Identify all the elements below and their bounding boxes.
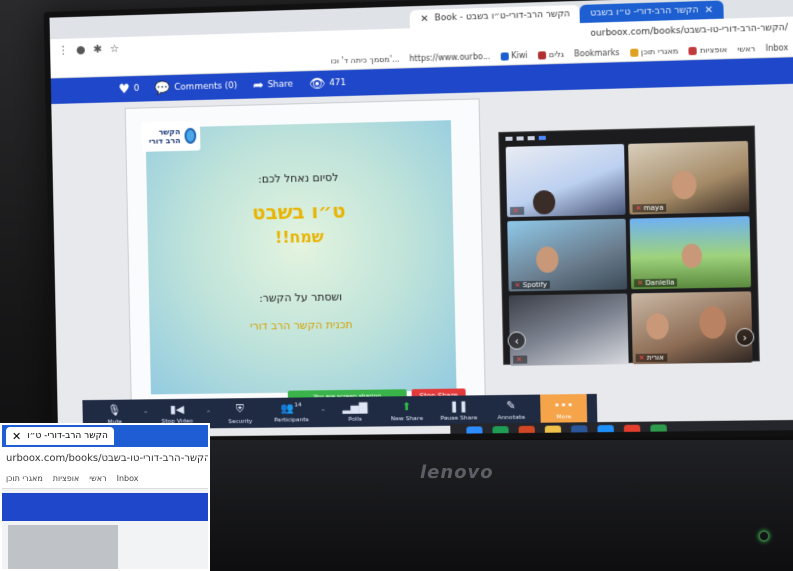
mic-off-icon: ✕ bbox=[637, 279, 643, 287]
slide-heading: לסיום נאחל לכם: bbox=[146, 168, 452, 188]
chevron-up-icon[interactable]: ⌃ bbox=[205, 409, 211, 417]
bookmark-item[interactable]: מאגרי תוכן bbox=[6, 474, 43, 483]
microphone-icon: 🎙 bbox=[108, 404, 122, 417]
mic-off-icon: ✕ bbox=[516, 356, 522, 364]
slide-credit: תכנית הקשר הרב דורי bbox=[149, 316, 455, 334]
share-arrow-icon: ➦ bbox=[253, 78, 264, 93]
polls-button[interactable]: ▂▅▇ Polls bbox=[332, 401, 378, 423]
pause-icon: ❚❚ bbox=[449, 399, 468, 412]
tab-title: הקשר הרב-דורי- ט״ו בשבט bbox=[590, 5, 698, 18]
bookmarks-bar: Inbox ראשי אופציות מאגרי תוכן bbox=[2, 469, 208, 489]
bookmark-item[interactable]: אופציות bbox=[689, 45, 728, 55]
comment-icon: 💬 bbox=[155, 81, 171, 96]
address-bar[interactable]: urboox.com/books/הקשר-הרב-דורי-טו-בשבט/ bbox=[2, 447, 208, 469]
mic-off-icon: ✕ bbox=[513, 207, 519, 215]
star-icon[interactable]: ☆ bbox=[110, 42, 120, 55]
view-icon[interactable] bbox=[517, 136, 524, 140]
heart-icon: ♥ bbox=[118, 82, 130, 97]
photo-scene: ✕ Book - הקשר הרב-דורי-ט״ו בשבט הקשר הרב… bbox=[0, 0, 793, 571]
share-button[interactable]: ➦ Share bbox=[253, 77, 293, 93]
bookmark-item[interactable]: אופציות bbox=[53, 474, 80, 483]
ourboox-action-bar bbox=[2, 493, 208, 521]
power-icon bbox=[758, 530, 770, 542]
address-bar[interactable]: ourboox.com/books/הקשר-הרב-דורי-טו-בשבט/ bbox=[590, 23, 788, 39]
mic-off-icon: ✕ bbox=[639, 354, 645, 362]
more-button[interactable]: ••• More bbox=[540, 394, 587, 425]
like-button[interactable]: ♥ 0 bbox=[118, 81, 139, 96]
share-screen-icon: ⬆ bbox=[402, 400, 411, 413]
bookmark-item[interactable]: Bookmarks bbox=[574, 48, 620, 58]
participant-tile[interactable]: ✕ bbox=[509, 293, 629, 365]
slide-title: ט״ו בשבט bbox=[147, 196, 453, 226]
chevron-up-icon[interactable]: ⌃ bbox=[143, 410, 149, 418]
more-dots-icon: ••• bbox=[554, 398, 574, 411]
bookmark-item[interactable]: ראשי bbox=[89, 474, 106, 483]
new-share-button[interactable]: ⬆ New Share bbox=[384, 400, 430, 423]
extension-icon[interactable]: ● bbox=[76, 43, 86, 56]
bookmark-item[interactable]: Inbox bbox=[117, 474, 139, 483]
view-icon[interactable] bbox=[528, 136, 535, 140]
bookmark-item[interactable]: מסמך כיתה ד' וכו'... bbox=[330, 55, 399, 66]
participant-tile[interactable]: ✕ maya bbox=[628, 141, 749, 215]
shared-slide-frame: הקשר הרב דורי לסיום נאחל לכם: ט״ו בשבט ש… bbox=[125, 98, 486, 403]
bookmark-item[interactable]: Kiwi bbox=[500, 51, 528, 61]
video-camera-icon: ▮◀ bbox=[170, 403, 184, 416]
pencil-icon: ✎ bbox=[506, 399, 516, 412]
chevron-up-icon[interactable]: ⌃ bbox=[320, 408, 326, 416]
views-counter: 👁 471 bbox=[309, 76, 347, 92]
slide-text: ושסתר על הקשר: bbox=[149, 288, 455, 306]
zoomed-inset-photo: הקשר הרב-דורי- ט״ו ✕ urboox.com/books/הק… bbox=[0, 423, 210, 571]
browser-tab[interactable]: הקשר הרב-דורי- ט״ו ✕ bbox=[6, 427, 114, 445]
mic-off-icon: ✕ bbox=[515, 281, 521, 289]
laptop-brand-logo: lenovo bbox=[420, 462, 494, 483]
tab-title: Book - הקשר הרב-דורי-ט״ו בשבט bbox=[434, 9, 570, 23]
close-icon[interactable]: ✕ bbox=[420, 13, 429, 24]
bookmark-item[interactable]: https://www.ourbo... bbox=[409, 52, 490, 63]
zoom-gallery-view: ✕ ✕ maya ✕ Spotify ✕ Daniella ✕ ✕ אורית … bbox=[498, 126, 760, 365]
close-icon[interactable]: ✕ bbox=[12, 430, 21, 443]
annotate-button[interactable]: ✎ Annotate bbox=[488, 399, 535, 422]
view-icon[interactable] bbox=[505, 137, 512, 141]
participant-tile[interactable]: ✕ Spotify bbox=[507, 219, 627, 292]
edge-icon[interactable] bbox=[597, 425, 614, 441]
bookmark-item[interactable]: ראשי bbox=[737, 44, 755, 54]
bookmark-item[interactable]: Inbox bbox=[766, 43, 789, 53]
pause-share-button[interactable]: ❚❚ Pause Share bbox=[435, 399, 482, 422]
participant-tile[interactable]: ✕ אורית bbox=[631, 291, 752, 364]
bird-logo-icon bbox=[184, 128, 196, 144]
participants-button[interactable]: 👥14 Participants bbox=[268, 401, 314, 423]
inset-tab-strip: הקשר הרב-דורי- ט״ו ✕ bbox=[2, 425, 208, 447]
shield-icon: ⛨ bbox=[236, 402, 244, 416]
pin-icon[interactable]: ✱ bbox=[93, 42, 102, 55]
app-icon[interactable] bbox=[650, 424, 667, 440]
menu-icon[interactable]: ⋮ bbox=[58, 43, 69, 56]
bookmark-item[interactable]: גלים bbox=[538, 50, 564, 60]
slide-fragment bbox=[8, 525, 118, 571]
logo: הקשר הרב דורי bbox=[141, 121, 200, 152]
participant-tile[interactable]: ✕ Daniella bbox=[630, 216, 751, 289]
mic-off-icon: ✕ bbox=[635, 204, 641, 212]
shared-slide: הקשר הרב דורי לסיום נאחל לכם: ט״ו בשבט ש… bbox=[145, 120, 456, 394]
slide-title-2: שמח!! bbox=[148, 224, 454, 249]
laptop-screen: ✕ Book - הקשר הרב-דורי-ט״ו בשבט הקשר הרב… bbox=[44, 0, 793, 444]
comments-button[interactable]: 💬 Comments (0) bbox=[155, 79, 238, 96]
bar-chart-icon: ▂▅▇ bbox=[342, 401, 367, 414]
close-icon[interactable]: ✕ bbox=[705, 4, 714, 15]
bookmark-item[interactable]: מאגרי תוכן bbox=[630, 46, 679, 57]
participant-tile[interactable]: ✕ bbox=[506, 144, 626, 217]
gallery-view-icon[interactable] bbox=[539, 136, 546, 140]
chrome-icon[interactable] bbox=[624, 425, 641, 441]
zoom-meeting-area: הקשר הרב דורי לסיום נאחל לכם: ט״ו בשבט ש… bbox=[51, 84, 793, 438]
people-icon: 👥14 bbox=[281, 401, 302, 414]
stop-video-button[interactable]: ▮◀ Stop Video bbox=[155, 403, 200, 425]
eye-icon: 👁 bbox=[309, 76, 326, 91]
security-button[interactable]: ⛨ Security bbox=[217, 401, 263, 424]
